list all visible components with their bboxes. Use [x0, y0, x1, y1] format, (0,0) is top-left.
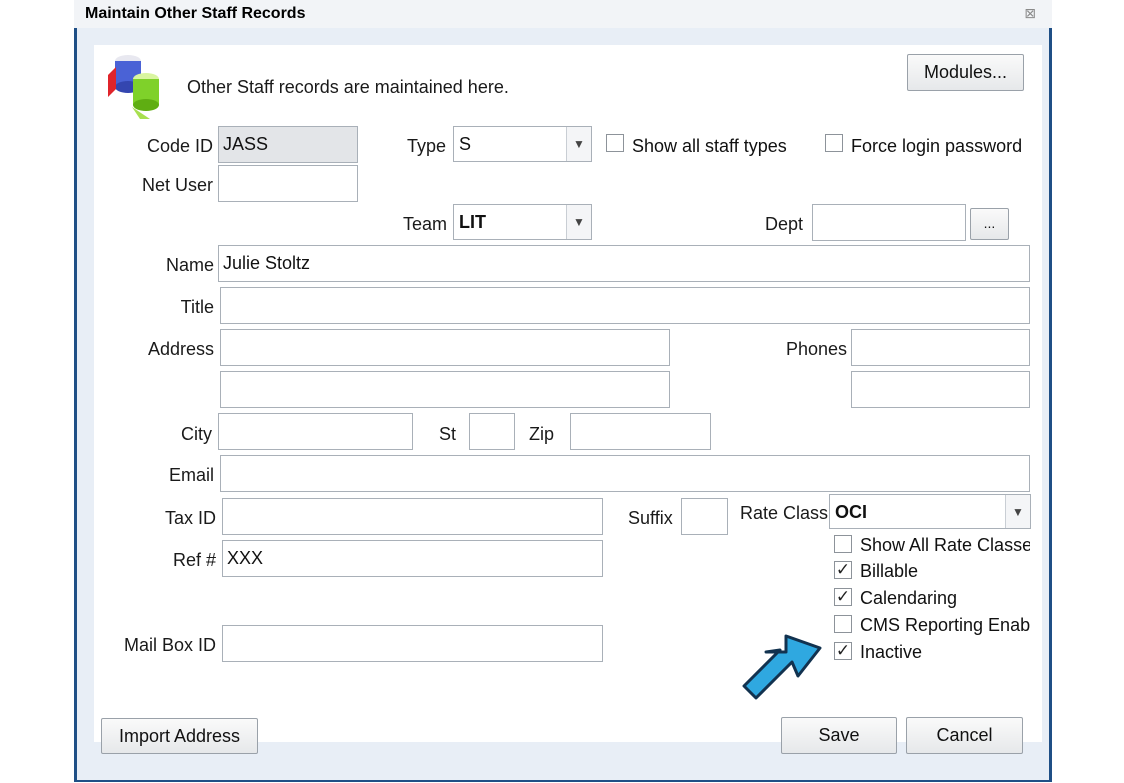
calendaring-label: Calendaring	[860, 588, 958, 608]
title-label: Title	[180, 297, 214, 317]
address-label: Address	[147, 339, 214, 359]
rate-class-value: OCI	[835, 502, 868, 522]
code-id-label: Code ID	[146, 136, 213, 156]
window-title: Maintain Other Staff Records	[85, 5, 306, 22]
address-line2-field[interactable]	[220, 371, 670, 408]
chevron-down-icon[interactable]: ▼	[566, 205, 591, 239]
phone1-field[interactable]	[851, 329, 1030, 366]
database-icon	[108, 55, 159, 119]
show-all-rate-classes-label: Show All Rate Classe	[860, 535, 1030, 555]
show-all-rate-classes-checkbox[interactable]	[834, 535, 852, 553]
net-user-field[interactable]	[218, 165, 358, 202]
tax-id-label: Tax ID	[164, 508, 216, 528]
rate-class-label: Rate Class	[740, 503, 829, 523]
dialog-window: Maintain Other Staff Records ⊠ Other Sta…	[74, 0, 1052, 782]
phones-label: Phones	[786, 339, 848, 359]
cms-reporting-checkbox[interactable]	[834, 615, 852, 633]
title-bar: Maintain Other Staff Records ⊠	[74, 0, 1052, 28]
name-label: Name	[165, 255, 214, 275]
mail-box-id-label: Mail Box ID	[123, 635, 216, 655]
close-icon[interactable]: ⊠	[1024, 5, 1036, 22]
city-label: City	[181, 424, 212, 444]
team-select[interactable]: LIT ▼	[453, 204, 592, 240]
dialog-client: Other Staff records are maintained here.…	[77, 28, 1049, 780]
title-field[interactable]	[220, 287, 1030, 324]
st-field[interactable]	[469, 413, 515, 450]
chevron-down-icon[interactable]: ▼	[566, 127, 591, 161]
form-panel: Other Staff records are maintained here.…	[94, 45, 1042, 754]
calendaring-checkbox[interactable]: ✓	[834, 588, 852, 606]
type-value: S	[459, 134, 472, 154]
arrow-pointer-icon	[742, 634, 822, 700]
tax-id-field[interactable]	[222, 498, 603, 535]
inactive-checkbox[interactable]: ✓	[834, 642, 852, 660]
code-id-field[interactable]: JASS	[218, 126, 358, 163]
import-address-button[interactable]: Import Address	[101, 718, 258, 754]
team-value: LIT	[459, 212, 486, 232]
zip-field[interactable]	[570, 413, 711, 450]
description-text: Other Staff records are maintained here.	[187, 77, 509, 97]
name-field[interactable]: Julie Stoltz	[218, 245, 1030, 282]
inactive-label: Inactive	[860, 642, 923, 662]
dept-field[interactable]	[812, 204, 966, 241]
show-all-staff-types-label: Show all staff types	[632, 136, 787, 156]
dept-label: Dept	[765, 214, 804, 234]
cancel-button[interactable]: Cancel	[906, 717, 1023, 754]
rate-class-select[interactable]: OCI ▼	[829, 494, 1031, 529]
billable-checkbox[interactable]: ✓	[834, 561, 852, 579]
phone2-field[interactable]	[851, 371, 1030, 408]
force-login-password-label: Force login password	[851, 136, 1023, 156]
net-user-label: Net User	[141, 175, 213, 195]
ref-field[interactable]: XXX	[222, 540, 603, 577]
suffix-field[interactable]	[681, 498, 728, 535]
city-field[interactable]	[218, 413, 413, 450]
modules-button[interactable]: Modules...	[907, 54, 1024, 91]
mail-box-id-field[interactable]	[222, 625, 603, 662]
billable-label: Billable	[860, 561, 919, 581]
ref-label: Ref #	[172, 550, 216, 570]
team-label: Team	[403, 214, 448, 234]
save-button[interactable]: Save	[781, 717, 897, 754]
email-field[interactable]	[220, 455, 1030, 492]
type-label: Type	[407, 136, 447, 156]
suffix-label: Suffix	[628, 508, 673, 528]
address-line1-field[interactable]	[220, 329, 670, 366]
st-label: St	[439, 424, 457, 444]
type-select[interactable]: S ▼	[453, 126, 592, 162]
force-login-password-checkbox[interactable]	[825, 134, 843, 152]
dept-browse-button[interactable]: ...	[970, 208, 1009, 240]
show-all-staff-types-checkbox[interactable]	[606, 134, 624, 152]
zip-label: Zip	[529, 424, 555, 444]
chevron-down-icon[interactable]: ▼	[1005, 495, 1030, 528]
email-label: Email	[168, 465, 214, 485]
cms-reporting-label: CMS Reporting Enab	[860, 615, 1030, 635]
